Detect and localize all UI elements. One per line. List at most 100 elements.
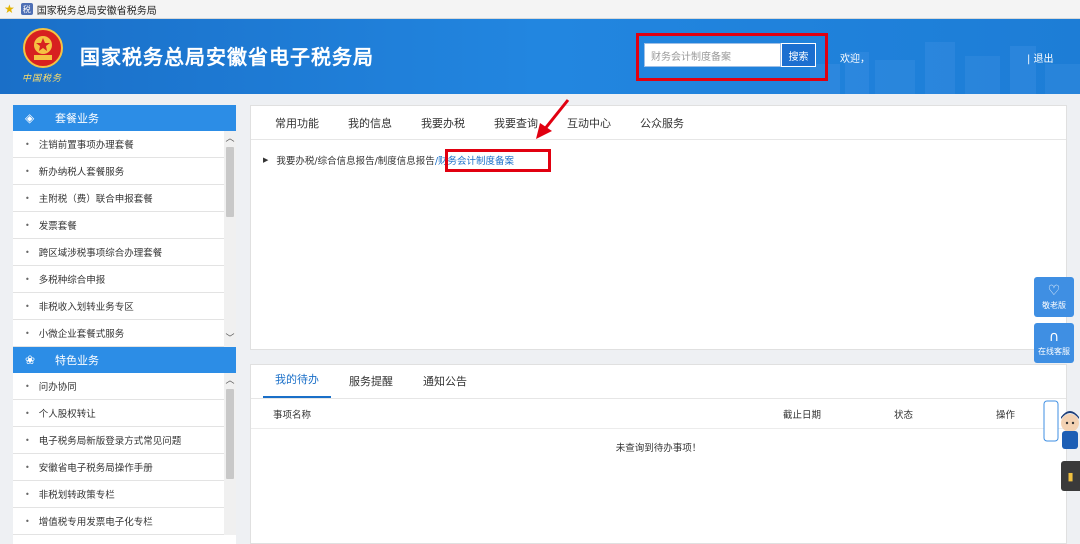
column-header-item-name: 事项名称 [273, 409, 312, 421]
browser-tab-bar: ★ 税 国家税务总局安徽省税务局 [0, 0, 1080, 19]
bullet-icon: • [25, 328, 30, 338]
bullet-icon: • [25, 139, 30, 149]
elder-mode-label: 敬老版 [1042, 300, 1066, 310]
sidebar-item[interactable]: • 注销前置事项办理套餐 [13, 131, 224, 158]
column-header-deadline: 截止日期 [783, 409, 822, 421]
grid-flower-icon: ❀ [25, 353, 36, 367]
sidebar-item[interactable]: • 发票套餐 [13, 212, 224, 239]
headset-icon: ∩ [1048, 328, 1060, 345]
sidebar-item-label: 问办协同 [38, 382, 77, 393]
site-title: 国家税务总局安徽省电子税务局 [80, 45, 374, 69]
sidebar-item-label: 电子税务局新版登录方式常见问题 [38, 436, 182, 447]
bullet-icon: • [25, 166, 30, 176]
bullet-icon: • [25, 220, 30, 230]
bullet-icon: • [25, 274, 30, 284]
emblem-caption: 中国税务 [22, 74, 63, 84]
sidebar-list-package: • 注销前置事项办理套餐 • 新办纳税人套餐服务 • 主附税（费）联合申报套餐 • 发票… [13, 131, 236, 347]
tab-public-service[interactable]: 公众服务 [640, 115, 684, 131]
sidebar-item-label: 新办纳税人套餐服务 [38, 167, 125, 178]
online-service-button[interactable]: ∩ 在线客服 [1034, 323, 1074, 363]
sidebar-item[interactable]: • 跨区域涉税事项综合办理套餐 [13, 239, 224, 266]
breadcrumb-item[interactable]: /制度信息报告 [375, 153, 435, 167]
elder-mode-button[interactable]: ♡ 敬老版 [1034, 277, 1074, 317]
todo-tabs: 我的待办 服务提醒 通知公告 [251, 365, 1066, 399]
tab-service-reminder[interactable]: 服务提醒 [337, 373, 405, 398]
sidebar-item[interactable]: • 问办协同 [13, 373, 224, 400]
sidebar-item[interactable]: • 安徽省电子税务局操作手册 [13, 454, 224, 481]
tab-my-todo[interactable]: 我的待办 [263, 371, 331, 398]
sidebar-item-label: 注销前置事项办理套餐 [38, 140, 134, 151]
sidebar-item[interactable]: • 电子税务局新版登录方式常见问题 [13, 427, 224, 454]
breadcrumb-item[interactable]: /综合信息报告 [314, 153, 374, 167]
sidebar-item[interactable]: • 非税划转政策专栏 [13, 481, 224, 508]
breadcrumb-item[interactable]: 我要办税 [276, 153, 314, 167]
tax-emblem-icon [23, 28, 63, 68]
scroll-thumb[interactable] [226, 147, 234, 217]
search-button[interactable]: 搜索 [781, 43, 816, 67]
sidebar-item-label: 跨区域涉税事项综合办理套餐 [38, 248, 163, 259]
sidebar-item[interactable]: • 增值税专用发票电子化专栏 [13, 508, 224, 535]
scroll-thumb[interactable] [226, 389, 234, 479]
sidebar-item[interactable]: • 非税收入划转业务专区 [13, 293, 224, 320]
logout-link[interactable]: | 退出 [1027, 50, 1054, 65]
browser-tab-title[interactable]: 国家税务总局安徽省税务局 [37, 2, 157, 17]
scroll-up-icon[interactable]: ︿ [224, 133, 236, 145]
bullet-icon: • [25, 381, 30, 391]
todo-panel: 我的待办 服务提醒 通知公告 事项名称 截止日期 状态 操作 未查询到待办事项！ [250, 364, 1067, 544]
sidebar: ◈ 套餐业务 • 注销前置事项办理套餐 • 新办纳税人套餐服务 • 主附税（费）联合申… [13, 105, 236, 544]
breadcrumb-highlight-box [445, 149, 551, 172]
tab-my-info[interactable]: 我的信息 [348, 115, 392, 131]
sidebar-section-package[interactable]: ◈ 套餐业务 [13, 105, 236, 131]
sidebar-scrollbar[interactable]: ︿ ﹀ [224, 131, 236, 347]
sidebar-scrollbar[interactable]: ︿ [224, 373, 236, 535]
bullet-icon: • [25, 516, 30, 526]
welcome-text: 欢迎， [840, 54, 870, 65]
bullet-icon: • [25, 193, 30, 203]
sidebar-item-label: 多税种综合申报 [38, 275, 106, 286]
site-header: 中国税务 国家税务总局安徽省电子税务局 搜索 欢迎， | 退出 [0, 19, 1080, 94]
online-service-label: 在线客服 [1038, 346, 1070, 356]
tab-notice[interactable]: 通知公告 [411, 373, 479, 398]
sidebar-item[interactable]: • 新办纳税人套餐服务 [13, 158, 224, 185]
scroll-up-icon[interactable]: ︿ [224, 375, 236, 387]
annotation-arrow-icon [536, 99, 570, 139]
sidebar-item-label: 个人股权转让 [38, 409, 96, 420]
toolbox-icon[interactable]: ▮ [1061, 461, 1080, 491]
sidebar-item-label: 小微企业套餐式服务 [38, 329, 125, 340]
bullet-icon: • [25, 489, 30, 499]
sidebar-item-label: 增值税专用发票电子化专栏 [38, 517, 153, 528]
tab-tax-handling[interactable]: 我要办税 [421, 115, 465, 131]
sidebar-section-title: 特色业务 [55, 354, 99, 367]
sidebar-list-special: • 问办协同 • 个人股权转让 • 电子税务局新版登录方式常见问题 • 安徽省电子税务局… [13, 373, 236, 535]
sidebar-item-label: 主附税（费）联合申报套餐 [38, 194, 153, 205]
bullet-icon: • [25, 408, 30, 418]
sidebar-item-label: 安徽省电子税务局操作手册 [38, 463, 153, 474]
scroll-down-icon[interactable]: ﹀ [224, 333, 236, 345]
bullet-icon: • [25, 435, 30, 445]
assistant-mascot-icon[interactable] [1042, 395, 1080, 451]
todo-empty-message: 未查询到待办事项！ [615, 443, 702, 454]
bullet-icon: • [25, 301, 30, 311]
sidebar-item[interactable]: • 多税种综合申报 [13, 266, 224, 293]
sidebar-section-special[interactable]: ❀ 特色业务 [13, 347, 236, 373]
sidebar-item-label: 发票套餐 [38, 221, 77, 232]
bullet-icon: • [25, 462, 30, 472]
sidebar-item[interactable]: • 个人股权转让 [13, 400, 224, 427]
caret-right-icon: ▶ [263, 156, 269, 164]
column-header-status: 状态 [894, 409, 914, 421]
main-function-panel: 常用功能 我的信息 我要办税 我要查询 互动中心 公众服务 ▶ 我要办税 /综合… [250, 105, 1067, 350]
sidebar-item[interactable]: • 主附税（费）联合申报套餐 [13, 185, 224, 212]
sidebar-section-title: 套餐业务 [55, 112, 99, 125]
bullet-icon: • [25, 247, 30, 257]
heart-hand-icon: ♡ [1047, 282, 1061, 299]
main-tabs: 常用功能 我的信息 我要办税 我要查询 互动中心 公众服务 [251, 106, 1066, 140]
sidebar-item-label: 非税收入划转业务专区 [38, 302, 134, 313]
search-input[interactable] [644, 43, 781, 67]
sidebar-item[interactable]: • 小微企业套餐式服务 [13, 320, 224, 347]
favorite-star-icon[interactable]: ★ [4, 3, 15, 15]
site-favicon-icon: 税 [20, 3, 33, 15]
tab-common-functions[interactable]: 常用功能 [275, 115, 319, 131]
column-header-action: 操作 [996, 409, 1016, 421]
layers-icon: ◈ [25, 111, 35, 125]
sidebar-item-label: 非税划转政策专栏 [38, 490, 115, 501]
